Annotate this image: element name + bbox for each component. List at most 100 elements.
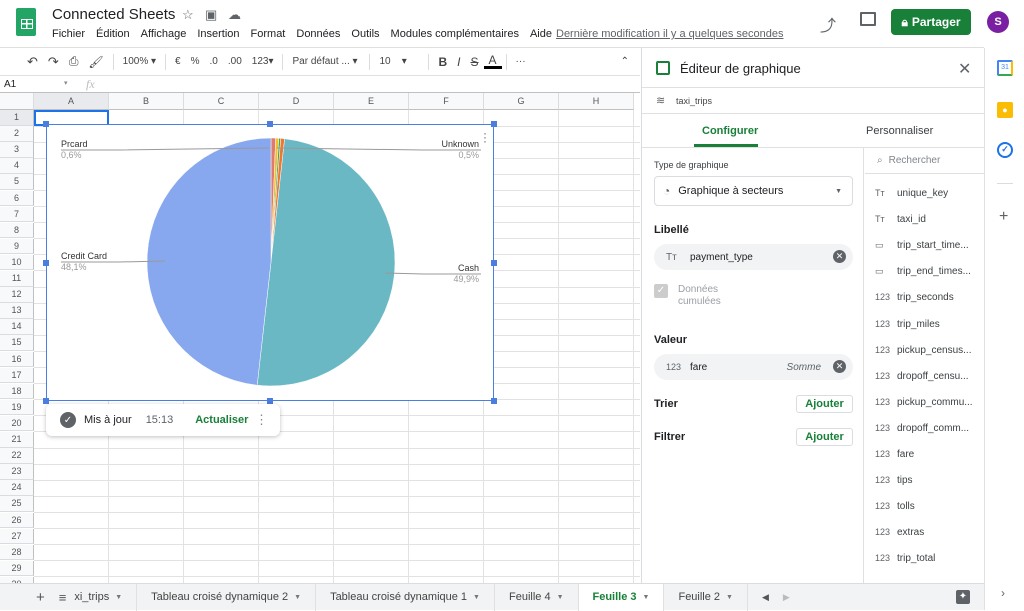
value-field-chip[interactable]: 123 fare Somme ✕: [654, 354, 853, 380]
expand-rail-icon[interactable]: ›: [1001, 586, 1005, 600]
column-header-f[interactable]: F: [409, 93, 484, 110]
print-icon[interactable]: ⎙: [64, 54, 84, 69]
resize-handle[interactable]: [267, 121, 273, 127]
more-formats-button[interactable]: 123▾: [247, 56, 279, 67]
status-menu-icon[interactable]: ⋮: [255, 412, 268, 428]
resize-handle[interactable]: [43, 398, 49, 404]
field-item[interactable]: 123 pickup_census...: [875, 345, 972, 356]
menu-data[interactable]: Données: [296, 28, 340, 40]
field-item[interactable]: 123 trip_total: [875, 553, 935, 564]
field-search-input[interactable]: ⌕ Rechercher: [865, 148, 985, 174]
more-options-button[interactable]: ···: [511, 56, 531, 67]
cumulative-checkbox[interactable]: ✓: [654, 284, 668, 298]
last-modified-link[interactable]: Dernière modification il y a quelques se…: [556, 28, 783, 40]
row-header-16[interactable]: 16: [0, 351, 34, 367]
menu-view[interactable]: Affichage: [141, 28, 187, 40]
all-sheets-icon[interactable]: ≡: [59, 590, 67, 605]
cloud-status-icon[interactable]: ☁: [228, 7, 241, 23]
redo-icon[interactable]: ↷: [43, 54, 64, 70]
increase-decimals-button[interactable]: .00: [223, 56, 247, 67]
formula-input[interactable]: [110, 77, 630, 91]
avatar[interactable]: S: [987, 11, 1009, 33]
close-icon[interactable]: ✕: [958, 59, 971, 79]
keep-icon[interactable]: ●: [997, 102, 1013, 118]
decrease-decimals-button[interactable]: .0: [205, 56, 223, 67]
font-size-select[interactable]: 10 ▾: [374, 56, 424, 67]
field-item[interactable]: ▭ trip_start_time...: [875, 240, 969, 251]
row-header-12[interactable]: 12: [0, 287, 34, 303]
menu-format[interactable]: Format: [251, 28, 286, 40]
row-header-26[interactable]: 26: [0, 512, 34, 528]
activity-trend-icon[interactable]: ⤴: [820, 12, 836, 36]
row-header-5[interactable]: 5: [0, 174, 34, 190]
row-header-21[interactable]: 21: [0, 432, 34, 448]
menu-insert[interactable]: Insertion: [197, 28, 239, 40]
explore-icon[interactable]: ✦: [956, 590, 970, 604]
row-header-14[interactable]: 14: [0, 319, 34, 335]
italic-button[interactable]: I: [452, 55, 465, 69]
row-header-20[interactable]: 20: [0, 415, 34, 432]
column-header-d[interactable]: D: [259, 93, 334, 110]
sheet-tab[interactable]: xi_trips ▼: [72, 583, 138, 611]
row-header-24[interactable]: 24: [0, 480, 34, 496]
field-item[interactable]: 123 tips: [875, 475, 913, 486]
row-header-27[interactable]: 27: [0, 528, 34, 545]
add-addon-icon[interactable]: +: [999, 208, 1008, 226]
currency-format-button[interactable]: €: [170, 56, 186, 67]
sheet-tab[interactable]: Tableau croisé dynamique 2 ▼: [137, 583, 317, 611]
star-icon[interactable]: ☆: [182, 7, 194, 23]
resize-handle[interactable]: [491, 398, 497, 404]
row-header-22[interactable]: 22: [0, 448, 34, 464]
sheet-tab-menu-icon[interactable]: ▼: [726, 594, 733, 601]
add-filter-button[interactable]: Ajouter: [796, 428, 853, 446]
resize-handle[interactable]: [491, 259, 497, 266]
pie-chart[interactable]: · · · Prcard 0,6% Unknown 0,5% Credit Card 48,1…: [46, 124, 494, 401]
sheet-tab-menu-icon[interactable]: ▼: [115, 594, 122, 601]
sheet-tab-menu-icon[interactable]: ▼: [294, 594, 301, 601]
resize-handle[interactable]: [491, 121, 497, 127]
row-header-6[interactable]: 6: [0, 190, 34, 206]
percent-format-button[interactable]: %: [186, 56, 205, 67]
row-header-8[interactable]: 8: [0, 222, 34, 239]
chart-menu-icon[interactable]: · · ·: [483, 127, 487, 147]
row-header-17[interactable]: 17: [0, 367, 34, 384]
add-sort-button[interactable]: Ajouter: [796, 395, 853, 413]
tab-customize[interactable]: Personnaliser: [866, 125, 933, 137]
menu-file[interactable]: Fichier: [52, 28, 85, 40]
menu-help[interactable]: Aide: [530, 28, 552, 40]
paint-format-icon[interactable]: 🖌︎: [83, 55, 108, 69]
name-box[interactable]: A1: [4, 79, 16, 90]
field-item[interactable]: 123 fare: [875, 449, 914, 460]
menu-addons[interactable]: Modules complémentaires: [391, 28, 519, 40]
move-folder-icon[interactable]: ▣: [205, 7, 217, 23]
sheet-tab[interactable]: Feuille 4 ▼: [495, 583, 579, 611]
sheet-tab-menu-icon[interactable]: ▼: [473, 594, 480, 601]
sheet-tab[interactable]: Tableau croisé dynamique 1 ▼: [316, 583, 495, 611]
remove-value-icon[interactable]: ✕: [833, 360, 846, 373]
row-header-11[interactable]: 11: [0, 271, 34, 287]
field-item[interactable]: 123 trip_miles: [875, 319, 940, 330]
field-item[interactable]: 123 extras: [875, 527, 924, 538]
sheet-tab-menu-icon[interactable]: ▼: [643, 594, 650, 601]
column-header-e[interactable]: E: [334, 93, 409, 110]
menu-edit[interactable]: Édition: [96, 28, 130, 40]
field-item[interactable]: 123 dropoff_comm...: [875, 423, 969, 434]
row-header-10[interactable]: 10: [0, 254, 34, 271]
column-header-b[interactable]: B: [109, 93, 184, 110]
select-all-corner[interactable]: [0, 93, 34, 110]
sheet-tab-menu-icon[interactable]: ▼: [557, 594, 564, 601]
row-header-23[interactable]: 23: [0, 464, 34, 480]
field-item[interactable]: 123 tolls: [875, 501, 915, 512]
zoom-select[interactable]: 100% ▾: [118, 56, 161, 67]
tasks-icon[interactable]: ✓: [997, 142, 1013, 158]
collapse-toolbar-icon[interactable]: ⌃: [616, 56, 634, 67]
column-header-h[interactable]: H: [559, 93, 634, 110]
strikethrough-button[interactable]: S: [466, 55, 484, 69]
row-header-9[interactable]: 9: [0, 238, 34, 255]
sheet-tab[interactable]: Feuille 2 ▼: [664, 583, 748, 611]
data-source[interactable]: ≋ taxi_trips: [642, 88, 985, 114]
field-item[interactable]: ▭ trip_end_times...: [875, 266, 971, 277]
tab-configure[interactable]: Configurer: [702, 125, 758, 137]
row-header-3[interactable]: 3: [0, 142, 34, 158]
scroll-tabs-right-icon[interactable]: ▶: [783, 592, 790, 603]
